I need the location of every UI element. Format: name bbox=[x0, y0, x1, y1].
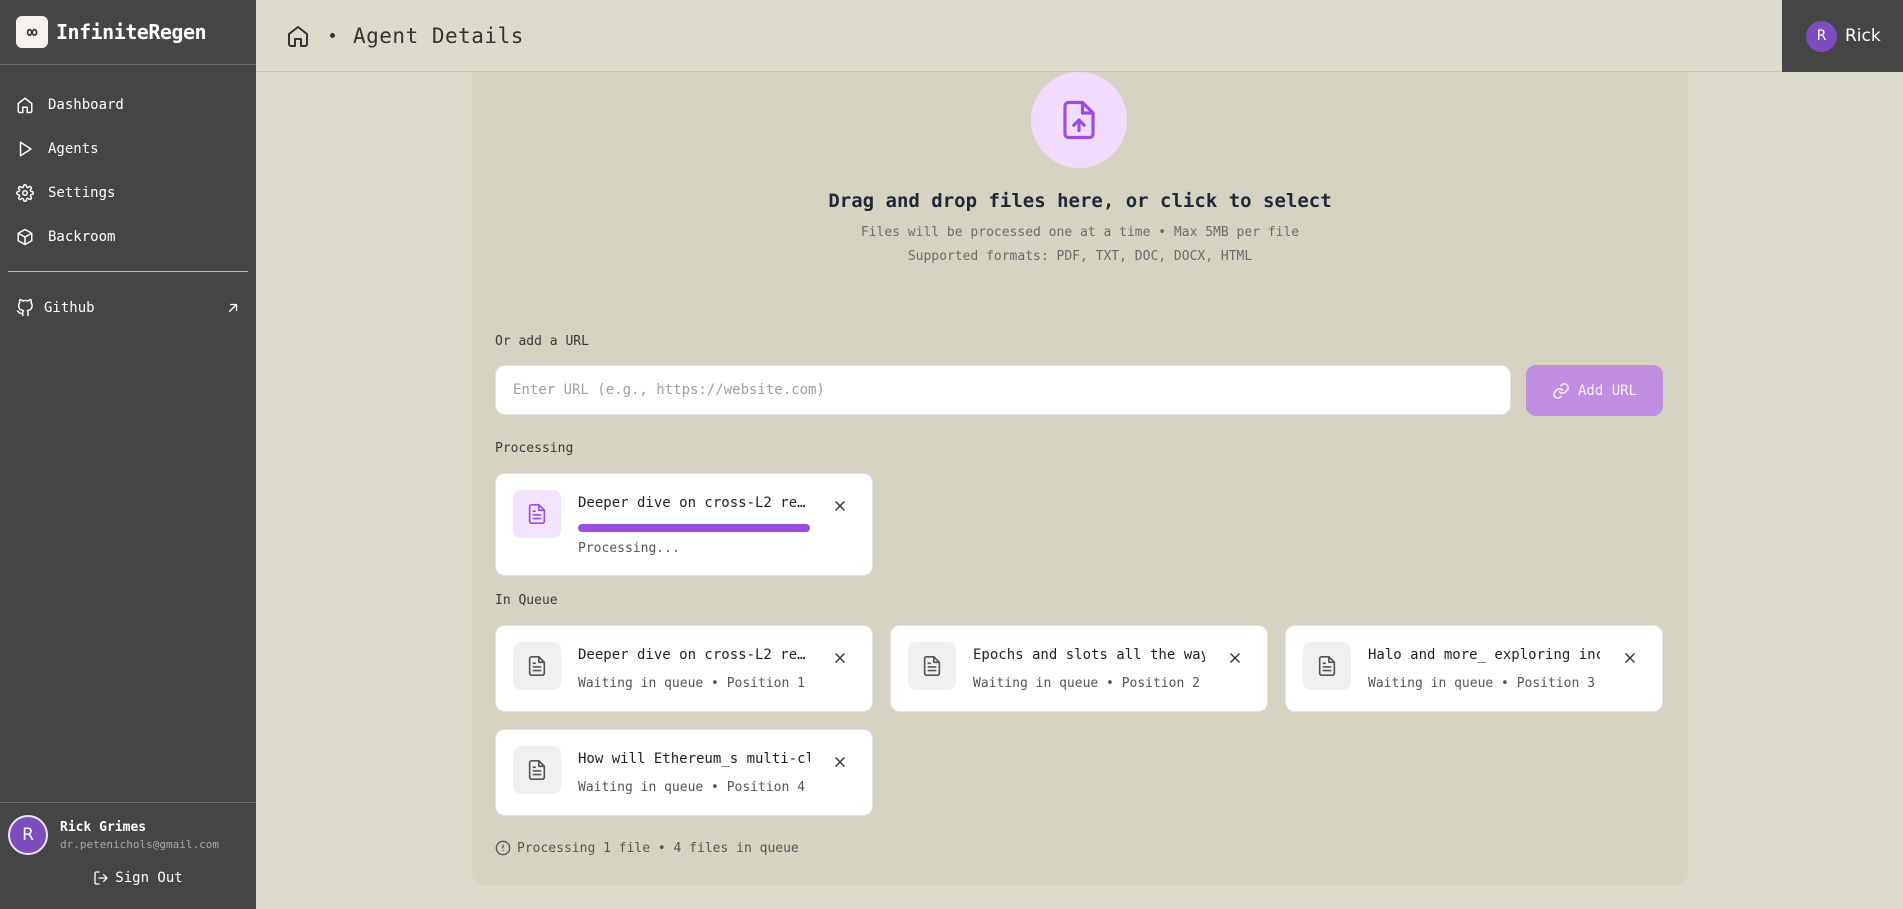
sidebar-item-github[interactable]: Github bbox=[0, 286, 256, 330]
avatar[interactable]: R bbox=[8, 815, 48, 855]
user-short-name: Rick bbox=[1845, 26, 1881, 46]
gear-icon bbox=[16, 184, 34, 202]
document-icon bbox=[528, 504, 546, 524]
sidebar-divider bbox=[8, 271, 248, 272]
remove-file-button[interactable] bbox=[830, 648, 850, 668]
progress-fill bbox=[578, 524, 810, 532]
dropzone-formats: Supported formats: PDF, TXT, DOC, DOCX, … bbox=[907, 249, 1253, 264]
dropzone-title[interactable]: Drag and drop files here, or click to se… bbox=[472, 190, 1688, 212]
home-button[interactable] bbox=[286, 24, 310, 48]
document-icon bbox=[528, 656, 546, 676]
cube-icon bbox=[17, 228, 33, 246]
remove-file-button[interactable] bbox=[830, 752, 850, 772]
file-name: Epochs and slots all the way… bbox=[973, 647, 1205, 663]
sidebar-nav: Dashboard Agents Settings Backroom Githu… bbox=[0, 65, 256, 330]
close-icon bbox=[1230, 653, 1240, 663]
file-icon-container bbox=[513, 642, 561, 690]
home-icon bbox=[17, 97, 33, 114]
remove-file-button[interactable] bbox=[830, 496, 850, 516]
file-upload-icon bbox=[1063, 100, 1095, 140]
queue-file-card: Halo and more_ exploring inc… Waiting in… bbox=[1285, 625, 1663, 712]
queue-file-card: How will Ethereum_s multi-cli… Waiting i… bbox=[495, 729, 873, 816]
sidebar-item-dashboard[interactable]: Dashboard bbox=[0, 83, 256, 127]
add-url-button[interactable]: Add URL bbox=[1526, 365, 1663, 416]
play-icon bbox=[19, 141, 32, 157]
sign-out-label: Sign Out bbox=[115, 870, 183, 886]
sign-out-button[interactable]: Sign Out bbox=[0, 870, 256, 886]
queue-label: In Queue bbox=[495, 593, 558, 608]
file-name: Deeper dive on cross-L2 re… bbox=[578, 647, 806, 663]
document-icon bbox=[1318, 656, 1336, 676]
file-status: Waiting in queue • Position 2 bbox=[973, 676, 1200, 691]
sidebar-item-label: Dashboard bbox=[48, 97, 124, 113]
close-icon bbox=[835, 653, 845, 663]
processing-file-card: Deeper dive on cross-L2 re… Processing..… bbox=[495, 473, 873, 576]
sidebar-item-label: Github bbox=[44, 300, 95, 316]
close-icon bbox=[835, 501, 845, 511]
link-icon bbox=[1553, 382, 1569, 399]
sidebar-item-settings[interactable]: Settings bbox=[0, 171, 256, 215]
upload-card: Drag and drop files here, or click to se… bbox=[472, 72, 1688, 885]
info-icon bbox=[495, 840, 511, 856]
sign-out-icon bbox=[94, 871, 108, 885]
user-name: Rick Grimes bbox=[60, 819, 147, 835]
infinity-logo-icon: ∞ bbox=[16, 16, 48, 48]
app-name: InfiniteRegen bbox=[56, 20, 207, 44]
close-icon bbox=[1625, 653, 1635, 663]
progress-bar bbox=[578, 524, 810, 532]
home-icon bbox=[288, 25, 308, 47]
top-header: Agent Details R Rick bbox=[256, 0, 1903, 72]
file-name: Halo and more_ exploring inc… bbox=[1368, 647, 1600, 663]
remove-file-button[interactable] bbox=[1225, 648, 1245, 668]
sidebar-item-backroom[interactable]: Backroom bbox=[0, 215, 256, 259]
file-icon-container bbox=[1303, 642, 1351, 690]
url-input[interactable] bbox=[495, 365, 1511, 415]
url-label: Or add a URL bbox=[495, 334, 589, 349]
file-status: Waiting in queue • Position 4 bbox=[578, 780, 805, 795]
breadcrumb-separator bbox=[330, 33, 335, 38]
sidebar-item-label: Agents bbox=[48, 141, 99, 157]
page-title: Agent Details bbox=[353, 23, 524, 48]
queue-summary: Processing 1 file • 4 files in queue bbox=[495, 840, 799, 856]
queue-file-card: Epochs and slots all the way… Waiting in… bbox=[890, 625, 1268, 712]
sidebar-item-agents[interactable]: Agents bbox=[0, 127, 256, 171]
file-status: Waiting in queue • Position 3 bbox=[1368, 676, 1595, 691]
queue-summary-text: Processing 1 file • 4 files in queue bbox=[517, 840, 799, 856]
processing-label: Processing bbox=[495, 441, 574, 456]
file-status: Processing... bbox=[578, 541, 680, 556]
avatar: R bbox=[1806, 20, 1837, 52]
file-icon-container bbox=[908, 642, 956, 690]
brand[interactable]: ∞ InfiniteRegen bbox=[0, 0, 256, 65]
document-icon bbox=[528, 760, 546, 780]
github-icon bbox=[16, 299, 33, 317]
sidebar: ∞ InfiniteRegen Dashboard Agents Setting… bbox=[0, 0, 256, 909]
file-name: How will Ethereum_s multi-cli… bbox=[578, 751, 810, 767]
file-status: Waiting in queue • Position 1 bbox=[578, 676, 805, 691]
document-icon bbox=[923, 656, 941, 676]
user-menu[interactable]: R Rick bbox=[1782, 0, 1903, 72]
file-icon-container bbox=[513, 490, 561, 538]
sidebar-item-label: Settings bbox=[48, 185, 116, 201]
external-link-icon bbox=[228, 303, 238, 313]
file-icon-container bbox=[513, 746, 561, 794]
file-name: Deeper dive on cross-L2 re… bbox=[578, 495, 806, 511]
sidebar-item-label: Backroom bbox=[48, 229, 116, 245]
user-email: dr.petenichols@gmail.com bbox=[60, 837, 219, 851]
dropzone-limits: Files will be processed one at a time • … bbox=[860, 225, 1300, 240]
remove-file-button[interactable] bbox=[1620, 648, 1640, 668]
upload-dropzone[interactable] bbox=[1031, 72, 1127, 168]
close-icon bbox=[835, 757, 845, 767]
sidebar-user: R Rick Grimes dr.petenichols@gmail.com S… bbox=[0, 802, 256, 909]
queue-file-card: Deeper dive on cross-L2 re… Waiting in q… bbox=[495, 625, 873, 712]
add-url-label: Add URL bbox=[1577, 382, 1637, 399]
